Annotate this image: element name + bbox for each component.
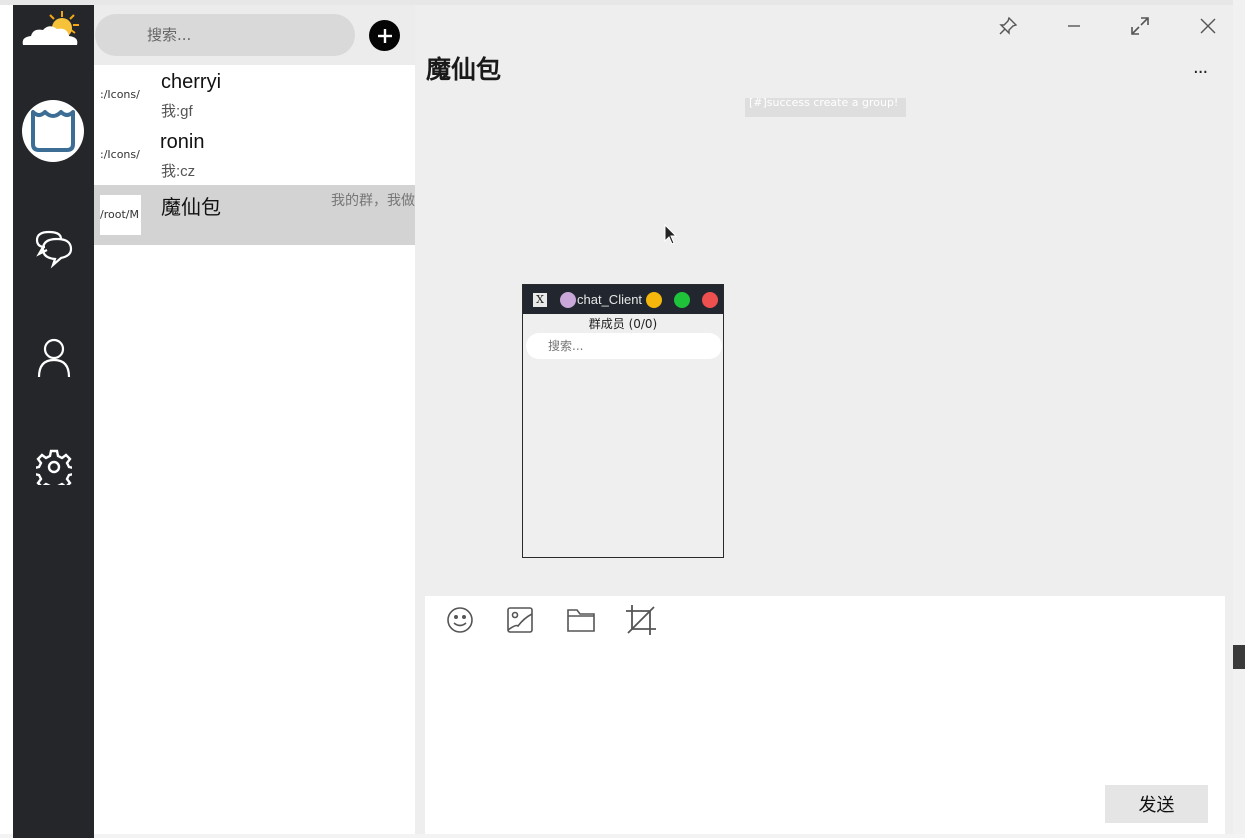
screenshot-button[interactable] (625, 604, 657, 636)
bag-avatar-icon (31, 110, 75, 152)
window-close-dot[interactable] (702, 292, 718, 308)
avatar[interactable] (22, 100, 84, 162)
members-count-label: 群成员 (0/0) (588, 317, 658, 331)
member-window-title: chat_Client (577, 292, 643, 307)
plus-icon (377, 28, 392, 43)
weather-sun-cloud-icon (19, 9, 87, 51)
chat-item-group[interactable]: /root/M 魔仙包 我的群，我做主 (94, 185, 415, 245)
chat-item-snippet: 我的群，我做主 (331, 193, 415, 209)
backdrop-right (1233, 0, 1245, 838)
emoji-button[interactable] (444, 604, 476, 636)
gear-icon (36, 449, 72, 485)
chat-item-thumb: /root/M (100, 195, 141, 235)
chat-search-input[interactable] (95, 14, 355, 56)
image-button[interactable] (504, 604, 536, 636)
member-search-box[interactable] (526, 333, 722, 359)
backdrop-bottom (0, 834, 1245, 838)
x-window-icon: X (533, 293, 547, 307)
member-search-input[interactable] (526, 333, 722, 359)
folder-icon (567, 609, 595, 632)
chat-search-box[interactable] (95, 14, 355, 56)
pin-icon (999, 16, 1018, 35)
file-button[interactable] (565, 604, 597, 636)
chat-item-name: ronin (160, 131, 205, 153)
minimize-button[interactable] (1061, 13, 1087, 39)
chat-item-name: 魔仙包 (161, 197, 221, 219)
chat-item-name: cherryi (161, 71, 222, 93)
backdrop-right-bar (1233, 645, 1245, 669)
chat-bubbles-icon (35, 230, 73, 269)
message-input-area: 发送 (425, 596, 1225, 834)
chat-item-preview: 我:gf (161, 103, 193, 120)
chat-item-cherryi[interactable]: :/Icons/ cherryi 我:gf (94, 65, 415, 125)
nav-chat-button[interactable] (33, 227, 75, 269)
image-icon (507, 607, 533, 633)
mouse-cursor-icon (664, 224, 678, 245)
message-textarea[interactable] (441, 644, 1211, 779)
nav-settings-button[interactable] (33, 446, 75, 488)
chat-title: 魔仙包 (426, 55, 502, 84)
member-list-window: X chat_Client 群成员 (0/0) (522, 284, 724, 558)
chat-list-header (94, 5, 415, 65)
chat-list-panel: :/Icons/ cherryi 我:gf :/Icons/ ronin 我:c… (94, 5, 415, 834)
window-menu-dot[interactable] (560, 292, 576, 308)
send-button[interactable]: 发送 (1105, 785, 1208, 823)
maximize-icon (1131, 17, 1149, 35)
emoji-icon (447, 607, 473, 633)
more-options-button[interactable]: ... (1193, 57, 1208, 78)
add-button[interactable] (369, 20, 400, 51)
person-icon (37, 338, 71, 378)
maximize-button[interactable] (1127, 13, 1153, 39)
chat-item-ronin[interactable]: :/Icons/ ronin 我:cz (94, 125, 415, 185)
chat-item-preview: 我:cz (161, 163, 196, 180)
close-icon (1200, 18, 1216, 34)
window-maximize-dot[interactable] (674, 292, 690, 308)
left-rail (13, 5, 94, 838)
screenshot-crop-icon (626, 605, 656, 635)
close-button[interactable] (1195, 13, 1221, 39)
minimize-icon (1068, 25, 1080, 27)
pin-button[interactable] (995, 13, 1021, 39)
chat-item-thumb: :/Icons/ (100, 135, 141, 175)
window-minimize-dot[interactable] (646, 292, 662, 308)
system-message: [#]success create a group! (745, 98, 906, 117)
nav-contacts-button[interactable] (33, 337, 75, 379)
chat-item-thumb: :/Icons/ (100, 75, 141, 115)
member-window-titlebar[interactable]: X chat_Client (523, 285, 723, 314)
